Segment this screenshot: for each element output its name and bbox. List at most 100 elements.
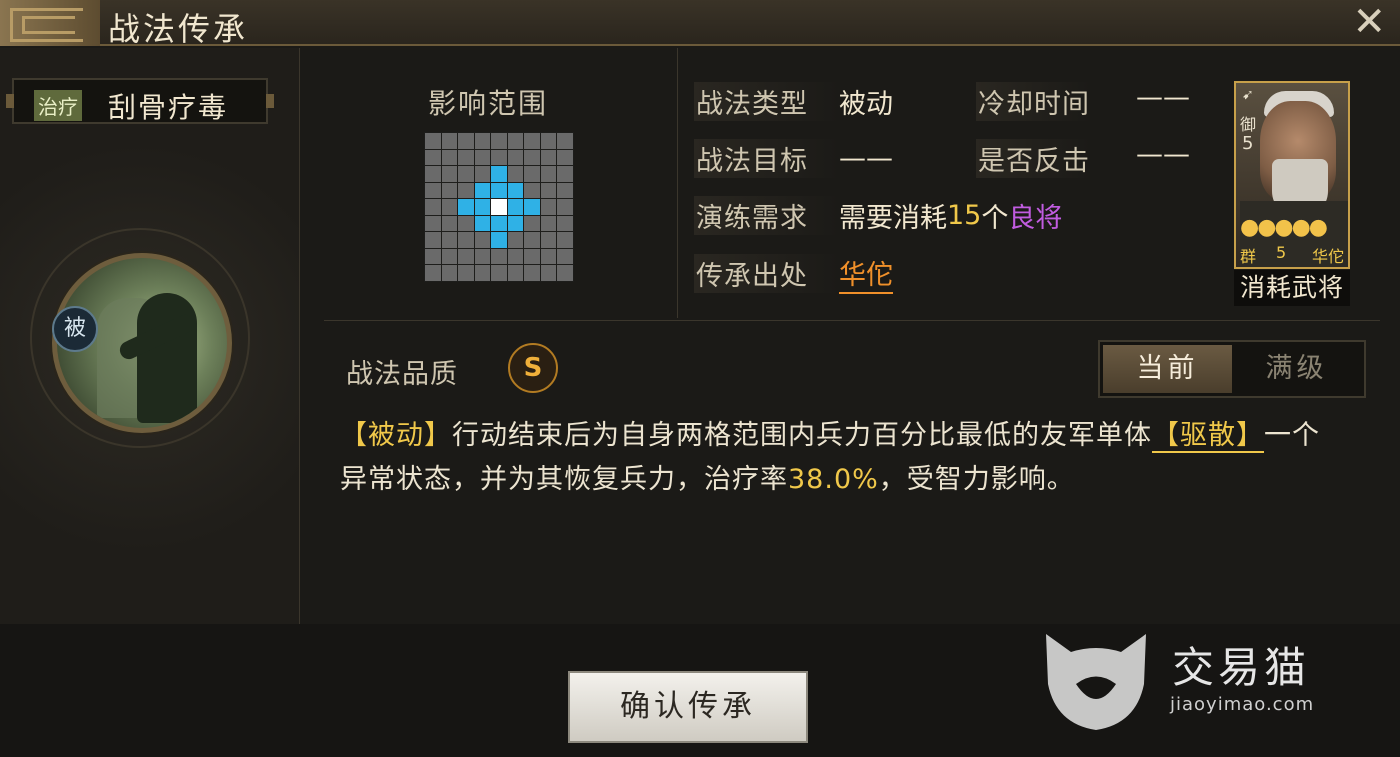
range-cell — [557, 232, 573, 248]
range-title: 影响范围 — [428, 87, 549, 120]
range-cell — [507, 166, 524, 182]
train-count: 15 — [947, 200, 982, 231]
range-cell-hit — [491, 232, 507, 248]
hero-stars: ●●●●● — [1240, 215, 1328, 240]
range-cell — [441, 182, 458, 199]
close-icon[interactable]: ✕ — [1352, 2, 1386, 42]
range-cell-hit — [507, 215, 524, 232]
range-cell-hit — [474, 182, 491, 199]
range-grid — [424, 132, 574, 282]
range-cell-hit — [507, 199, 524, 215]
range-cell — [507, 149, 524, 166]
range-cell — [458, 248, 474, 265]
skill-name-box: 治疗 刮骨疗毒 — [6, 78, 274, 124]
range-cell — [491, 133, 507, 149]
range-cell — [524, 265, 540, 281]
skill-tag: 治疗 — [34, 90, 82, 121]
range-cell — [491, 248, 507, 265]
info-row-type: 战法类型 被动 — [694, 82, 893, 121]
range-cell — [425, 215, 441, 232]
range-cell — [524, 215, 540, 232]
range-cell — [524, 149, 540, 166]
cooldown-label: 冷却时间 — [976, 82, 1090, 121]
range-cell — [507, 248, 524, 265]
range-cell — [474, 232, 491, 248]
range-cell — [540, 182, 557, 199]
range-cell — [524, 232, 540, 248]
range-cell — [557, 248, 573, 265]
desc-part1: 行动结束后为自身两格范围内兵力百分比最低的友军单体 — [452, 420, 1152, 451]
range-cell — [474, 166, 491, 182]
range-cell — [441, 232, 458, 248]
train-quality: 良将 — [1008, 203, 1063, 234]
range-cell — [491, 265, 507, 281]
range-cell — [458, 232, 474, 248]
origin-hero-link[interactable]: 华佗 — [839, 253, 893, 294]
quality-grade-badge: S — [508, 343, 558, 393]
confirm-inherit-button[interactable]: 确认传承 — [568, 671, 808, 743]
range-cell — [540, 232, 557, 248]
info-row-target: 战法目标 —— — [694, 139, 893, 178]
info-row-origin: 传承出处 华佗 — [694, 253, 893, 294]
counter-value: —— — [1136, 139, 1190, 170]
target-value: —— — [839, 143, 893, 174]
hero-name: 华佗 — [1312, 247, 1345, 266]
range-cell — [557, 182, 573, 199]
range-cell — [491, 149, 507, 166]
range-cell — [425, 232, 441, 248]
desc-rate: 38.0% — [788, 464, 879, 495]
range-cell-hit — [491, 166, 507, 182]
range-cell — [540, 248, 557, 265]
tab-current[interactable]: 当前 — [1103, 345, 1232, 393]
desc-part3: ，受智力影响。 — [878, 464, 1075, 495]
range-cell — [540, 215, 557, 232]
cat-logo-icon — [1046, 634, 1146, 730]
range-cell — [474, 265, 491, 281]
target-label: 战法目标 — [694, 139, 839, 178]
type-value: 被动 — [839, 89, 893, 120]
hero-faction-number: 5 — [1276, 243, 1287, 262]
title-bar: 战法传承 ✕ — [0, 0, 1400, 48]
quality-label: 战法品质 — [346, 359, 458, 390]
desc-tag: 【被动】 — [340, 420, 452, 451]
hero-faction: 群 — [1240, 247, 1257, 266]
desc-keyword-link[interactable]: 【驱散】 — [1152, 420, 1264, 453]
range-cell — [524, 166, 540, 182]
range-cell — [557, 166, 573, 182]
range-cell — [425, 133, 441, 149]
tab-max-level[interactable]: 满级 — [1232, 345, 1361, 393]
range-cell — [540, 133, 557, 149]
range-cell — [458, 265, 474, 281]
divider — [677, 48, 678, 318]
skill-overview-panel: 治疗 刮骨疗毒 被 — [0, 48, 300, 624]
range-cell — [441, 199, 458, 215]
train-label: 演练需求 — [694, 196, 839, 235]
range-cell — [441, 215, 458, 232]
train-prefix: 需要消耗 — [839, 203, 947, 234]
range-cell-hit — [474, 199, 491, 215]
range-cell — [458, 182, 474, 199]
title-ornament — [0, 0, 100, 46]
range-cell — [507, 133, 524, 149]
range-cell — [507, 265, 524, 281]
range-cell — [524, 182, 540, 199]
range-cell — [557, 149, 573, 166]
skill-figure — [137, 293, 197, 423]
range-cell — [474, 248, 491, 265]
divider — [324, 320, 1380, 321]
range-cell-hit — [458, 199, 474, 215]
hero-cost: 5 — [1242, 133, 1254, 154]
range-cell — [441, 149, 458, 166]
train-unit: 个 — [981, 203, 1009, 234]
skill-description: 【被动】行动结束后为自身两格范围内兵力百分比最低的友军单体【驱散】一个异常状态，… — [340, 414, 1340, 502]
range-cell — [458, 215, 474, 232]
hero-card[interactable]: ➹ 御 5 ●●●●● 群 5 华佗 — [1234, 81, 1350, 269]
range-cell — [557, 265, 573, 281]
range-cell — [441, 133, 458, 149]
range-cell-hit — [507, 182, 524, 199]
hero-troop-type: 御 — [1240, 115, 1257, 134]
range-cell — [458, 133, 474, 149]
level-tabs: 当前 满级 — [1098, 340, 1366, 398]
range-cell — [474, 133, 491, 149]
passive-badge: 被 — [52, 306, 98, 352]
